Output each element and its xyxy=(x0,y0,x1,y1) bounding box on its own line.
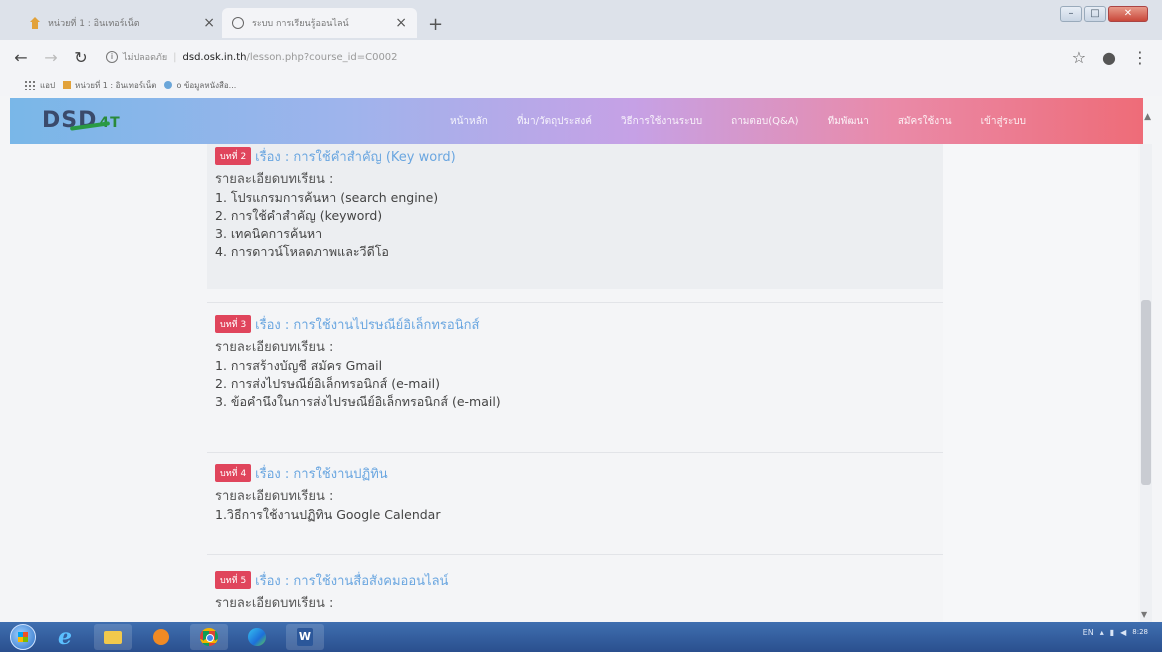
address-bar[interactable]: i ไม่ปลอดภัย | dsd.osk.in.th /lesson.php… xyxy=(106,50,1006,64)
lesson-item: 3. ข้อคำนึงในการส่งไปรษณีย์อิเล็กทรอนิกส… xyxy=(215,394,501,409)
file-explorer-icon[interactable] xyxy=(94,624,132,650)
lesson-item: 4. การดาวน์โหลดภาพและวีดีโอ xyxy=(215,244,389,259)
divider xyxy=(207,302,943,303)
lesson-item: 3. เทคนิคการค้นหา xyxy=(215,226,323,241)
bookmark-label: o ข้อมูลหนังสือ... xyxy=(176,80,237,90)
menu-item-howto[interactable]: วิธีการใช้งานระบบ xyxy=(621,114,702,129)
site-navbar: DSD 4T หน้าหลัก ที่มา/วัตถุประสงค์ วิธีก… xyxy=(10,98,1151,144)
lesson-card: บทที่ 5 เรื่อง : การใช้งานสื่อสังคมออนไล… xyxy=(207,568,943,613)
lesson-card: บทที่ 3 เรื่อง : การใช้งานไปรษณีย์อิเล็ก… xyxy=(207,312,943,411)
separator: | xyxy=(173,51,177,63)
divider xyxy=(207,452,943,453)
edge-icon[interactable] xyxy=(238,624,276,650)
lesson-header: บทที่ 3 เรื่อง : การใช้งานไปรษณีย์อิเล็ก… xyxy=(215,312,943,336)
lesson-badge: บทที่ 5 xyxy=(215,571,252,589)
tab-title: ระบบ การเรียนรู้ออนไลน์ xyxy=(252,19,349,29)
internet-explorer-icon[interactable]: e xyxy=(46,624,84,650)
media-player-icon[interactable] xyxy=(142,624,180,650)
menu-item-about[interactable]: ที่มา/วัตถุประสงค์ xyxy=(517,114,592,129)
lesson-title-link[interactable]: เรื่อง : การใช้งานปฏิทิน xyxy=(255,463,388,484)
divider xyxy=(207,554,943,555)
toolbar-actions: ☆ ● ⋮ xyxy=(1072,48,1148,67)
globe-icon xyxy=(232,17,244,29)
site-logo[interactable]: DSD 4T xyxy=(42,108,121,133)
cloud-icon xyxy=(164,81,173,89)
house-icon xyxy=(30,17,40,29)
clock-time: 8:28 xyxy=(1132,628,1148,636)
lesson-detail-label: รายละเอียดบทเรียน : xyxy=(215,596,334,611)
minimize-button[interactable]: – xyxy=(1060,6,1082,22)
chrome-icon[interactable] xyxy=(190,624,228,650)
lesson-card: บทที่ 4 เรื่อง : การใช้งานปฏิทิน รายละเอ… xyxy=(207,461,943,524)
scroll-up-icon[interactable]: ▲ xyxy=(1144,112,1151,122)
lesson-title-link[interactable]: เรื่อง : การใช้งานสื่อสังคมออนไลน์ xyxy=(255,570,448,591)
browser-tab-active[interactable]: ระบบ การเรียนรู้ออนไลน์ × xyxy=(222,8,417,38)
clock[interactable]: 8:28 xyxy=(1132,628,1148,637)
window-controls: – □ ✕ xyxy=(1060,6,1148,22)
lesson-item: 1.วิธีการใช้งานปฏิทิน Google Calendar xyxy=(215,507,441,522)
tab-title: หน่วยที่ 1 : อินเทอร์เน็ต xyxy=(48,19,140,29)
browser-tab[interactable]: หน่วยที่ 1 : อินเทอร์เน็ต × xyxy=(20,8,225,38)
close-icon[interactable]: × xyxy=(203,15,215,31)
bookmark-label: หน่วยที่ 1 : อินเทอร์เน็ต xyxy=(75,80,157,90)
site-menu: หน้าหลัก ที่มา/วัตถุประสงค์ วิธีการใช้งา… xyxy=(450,98,1055,144)
windows-taskbar: e W EN ▴ ▮ ◀ 8:28 xyxy=(0,622,1162,652)
bookmarks-bar: แอป หน่วยที่ 1 : อินเทอร์เน็ต o ข้อมูลหน… xyxy=(0,74,1162,96)
lesson-badge: บทที่ 4 xyxy=(215,464,252,482)
bookmark-item[interactable]: o ข้อมูลหนังสือ... xyxy=(164,79,236,92)
menu-item-register[interactable]: สมัครใช้งาน xyxy=(898,114,952,129)
reload-icon[interactable]: ↻ xyxy=(72,48,90,67)
url-path: /lesson.php?course_id=C0002 xyxy=(246,51,398,63)
lesson-badge: บทที่ 3 xyxy=(215,315,252,333)
lesson-detail-label: รายละเอียดบทเรียน : xyxy=(215,340,334,355)
url-host: dsd.osk.in.th xyxy=(182,51,247,63)
close-window-button[interactable]: ✕ xyxy=(1108,6,1148,22)
lesson-badge: บทที่ 2 xyxy=(215,147,252,165)
language-indicator[interactable]: EN xyxy=(1083,628,1094,637)
lesson-item: 2. การส่งไปรษณีย์อิเล็กทรอนิกส์ (e-mail) xyxy=(215,376,440,391)
word-icon[interactable]: W xyxy=(286,624,324,650)
lesson-header: บทที่ 5 เรื่อง : การใช้งานสื่อสังคมออนไล… xyxy=(215,568,943,592)
bookmark-apps[interactable]: แอป xyxy=(24,79,55,92)
menu-item-login[interactable]: เข้าสู่ระบบ xyxy=(981,114,1026,129)
maximize-button[interactable]: □ xyxy=(1084,6,1106,22)
lesson-detail-label: รายละเอียดบทเรียน : xyxy=(215,489,334,504)
bookmark-label: แอป xyxy=(40,80,56,90)
tray-arrow-icon[interactable]: ▴ xyxy=(1100,628,1104,637)
volume-icon[interactable]: ◀ xyxy=(1120,628,1126,637)
menu-item-home[interactable]: หน้าหลัก xyxy=(450,114,488,129)
right-sidebar xyxy=(943,144,1138,622)
house-icon xyxy=(63,81,72,89)
lesson-header: บทที่ 4 เรื่อง : การใช้งานปฏิทิน xyxy=(215,461,943,485)
scrollbar-thumb[interactable] xyxy=(1141,300,1151,485)
network-icon[interactable]: ▮ xyxy=(1110,628,1114,637)
menu-icon[interactable]: ⋮ xyxy=(1132,48,1148,67)
back-icon[interactable]: ← xyxy=(12,48,30,67)
lesson-item: 1. โปรแกรมการค้นหา (search engine) xyxy=(215,190,439,205)
browser-tabstrip: หน่วยที่ 1 : อินเทอร์เน็ต × ระบบ การเรีย… xyxy=(0,0,1162,40)
security-label: ไม่ปลอดภัย xyxy=(123,53,168,63)
star-icon[interactable]: ☆ xyxy=(1072,48,1086,67)
system-tray: EN ▴ ▮ ◀ 8:28 xyxy=(1083,628,1148,637)
menu-item-team[interactable]: ทีมพัฒนา xyxy=(828,114,869,129)
close-icon[interactable]: × xyxy=(395,15,407,31)
profile-icon[interactable]: ● xyxy=(1102,48,1116,67)
new-tab-button[interactable]: + xyxy=(428,14,443,35)
bookmark-item[interactable]: หน่วยที่ 1 : อินเทอร์เน็ต xyxy=(63,79,156,92)
apps-grid-icon xyxy=(24,80,36,90)
lesson-item: 2. การใช้คำสำคัญ (keyword) xyxy=(215,208,383,223)
lesson-list: บทที่ 2 เรื่อง : การใช้คำสำคัญ (Key word… xyxy=(207,144,943,622)
lesson-item: 1. การสร้างบัญชี สมัคร Gmail xyxy=(215,358,383,373)
scroll-down-icon[interactable]: ▼ xyxy=(1141,610,1147,619)
browser-toolbar: ← → ↻ i ไม่ปลอดภัย | dsd.osk.in.th /less… xyxy=(0,40,1162,74)
lesson-detail-label: รายละเอียดบทเรียน : xyxy=(215,172,334,187)
lesson-header: บทที่ 2 เรื่อง : การใช้คำสำคัญ (Key word… xyxy=(215,144,943,168)
lesson-title-link[interactable]: เรื่อง : การใช้คำสำคัญ (Key word) xyxy=(255,146,455,167)
lesson-card: บทที่ 2 เรื่อง : การใช้คำสำคัญ (Key word… xyxy=(207,144,943,289)
forward-icon[interactable]: → xyxy=(42,48,60,67)
lesson-title-link[interactable]: เรื่อง : การใช้งานไปรษณีย์อิเล็กทรอนิกส์ xyxy=(255,314,479,335)
info-icon[interactable]: i xyxy=(106,51,118,63)
menu-item-qa[interactable]: ถามตอบ(Q&A) xyxy=(731,114,798,129)
start-button[interactable] xyxy=(10,624,36,650)
